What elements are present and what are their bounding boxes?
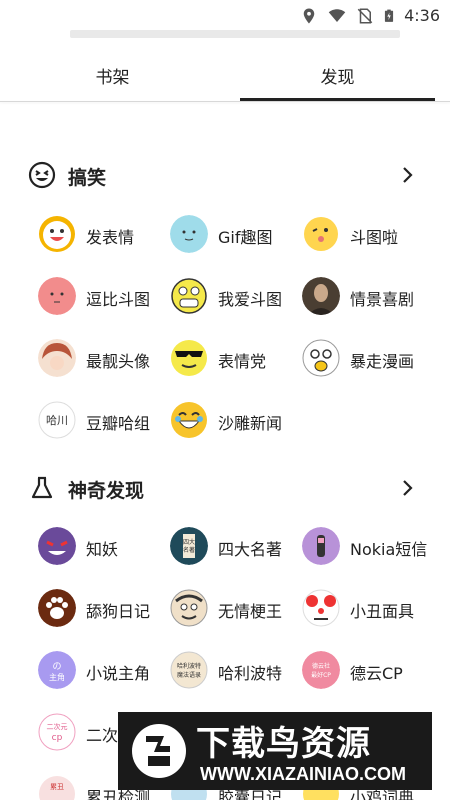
clown-avatar (302, 589, 340, 627)
anime-cp-avatar: 二次元 cp (38, 713, 76, 751)
svg-text:哈利波特: 哈利波特 (177, 662, 201, 670)
watermark-title: 下载鸟资源 (196, 724, 371, 764)
list-item[interactable]: 哈川 豆瓣哈组 (38, 399, 178, 443)
novel-hero-avatar: の主角 (38, 651, 76, 689)
list-item[interactable]: 德云社 最好CP 德云CP (302, 649, 442, 693)
svg-text:累丑: 累丑 (50, 783, 64, 791)
list-item[interactable]: 知妖 (38, 525, 178, 569)
section-header-funny[interactable]: 搞笑 (0, 155, 450, 195)
svg-text:德云社: 德云社 (312, 662, 330, 670)
pink-face-avatar (38, 277, 76, 315)
smile-face-avatar (39, 216, 75, 252)
list-item[interactable]: 表情党 (170, 337, 310, 381)
ugly-test-avatar: 累丑 (39, 776, 75, 800)
harry-potter-avatar: 哈利波特魔法语录 (170, 651, 208, 689)
gengar-avatar (38, 527, 76, 565)
search-bar-remnant[interactable] (70, 30, 400, 38)
list-item[interactable]: Nokia短信 (302, 525, 442, 569)
chevron-right-icon[interactable] (398, 478, 418, 498)
watermark-url: WWW.XIAZAINIAO.COM (200, 764, 406, 784)
location-icon (303, 8, 315, 23)
list-item[interactable]: 沙雕新闻 (170, 399, 310, 443)
list-item[interactable]: 无情梗王 (170, 587, 310, 631)
list-item[interactable]: の主角 小说主角 (38, 649, 178, 693)
list-item[interactable]: 发表情 (38, 213, 178, 257)
section-header-discoveries[interactable]: 神奇发现 (0, 468, 450, 508)
status-icons: 4:36 (300, 6, 440, 25)
wink-face-avatar (304, 217, 338, 251)
list-item[interactable]: 暴走漫画 (302, 337, 442, 381)
sunglasses-face-avatar (171, 340, 207, 376)
chevron-right-icon[interactable] (398, 165, 418, 185)
wifi-icon (328, 8, 346, 22)
status-bar: 4:36 (0, 0, 450, 32)
svg-text:cp: cp (52, 733, 63, 743)
list-item[interactable]: Gif趣图 (170, 213, 310, 257)
svg-text:の: の (52, 662, 61, 672)
list-item[interactable]: 我爱斗图 (170, 275, 310, 319)
svg-text:二次元: 二次元 (47, 722, 68, 731)
nokia-phone-avatar (302, 527, 340, 565)
list-item[interactable]: 逗比斗图 (38, 275, 178, 319)
paw-avatar (38, 589, 76, 627)
svg-text:四大: 四大 (183, 538, 195, 546)
svg-text:主角: 主角 (49, 672, 65, 682)
section-title: 搞笑 (68, 167, 107, 189)
list-item[interactable]: 四大 名著 四大名著 (170, 525, 310, 569)
tab-bookshelf[interactable]: 书架 (0, 58, 225, 102)
list-item[interactable]: 情景喜剧 (302, 275, 442, 319)
list-item[interactable]: 小丑面具 (302, 587, 442, 631)
book-avatar: 四大名著 (170, 527, 208, 565)
cartoon-man-avatar (170, 589, 208, 627)
watermark-banner: 下载鸟资源 WWW.XIAZAINIAO.COM (118, 712, 432, 790)
laughing-face-avatar (171, 402, 207, 438)
smiley-icon (28, 161, 56, 189)
douban-avatar: 哈川 (38, 401, 76, 439)
status-time: 4:36 (404, 6, 440, 25)
anime-girl-avatar (38, 339, 76, 377)
tab-bar: 书架 发现 (0, 58, 450, 102)
tab-discover[interactable]: 发现 (225, 58, 450, 102)
list-item[interactable]: 哈利波特 魔法语录 哈利波特 (170, 649, 310, 693)
tabs-divider (0, 101, 450, 102)
svg-text:哈川: 哈川 (46, 414, 68, 427)
light-blue-face-avatar (170, 215, 208, 253)
no-sim-icon (357, 8, 373, 23)
bird-logo-icon (132, 724, 186, 778)
rage-face-avatar (302, 339, 340, 377)
list-item[interactable]: 最靓头像 (38, 337, 178, 381)
section-title: 神奇发现 (68, 480, 145, 502)
list-item[interactable]: 斗图啦 (302, 213, 442, 257)
svg-text:魔法语录: 魔法语录 (177, 671, 201, 679)
battery-charging-icon (384, 9, 394, 22)
portrait-avatar (302, 277, 340, 315)
deyun-cp-avatar: 德云社最好CP (302, 651, 340, 689)
svg-text:最好CP: 最好CP (311, 671, 331, 679)
svg-text:名著: 名著 (183, 546, 195, 554)
list-item[interactable]: 舔狗日记 (38, 587, 178, 631)
grin-face-avatar (171, 278, 207, 314)
flask-icon (31, 476, 53, 499)
